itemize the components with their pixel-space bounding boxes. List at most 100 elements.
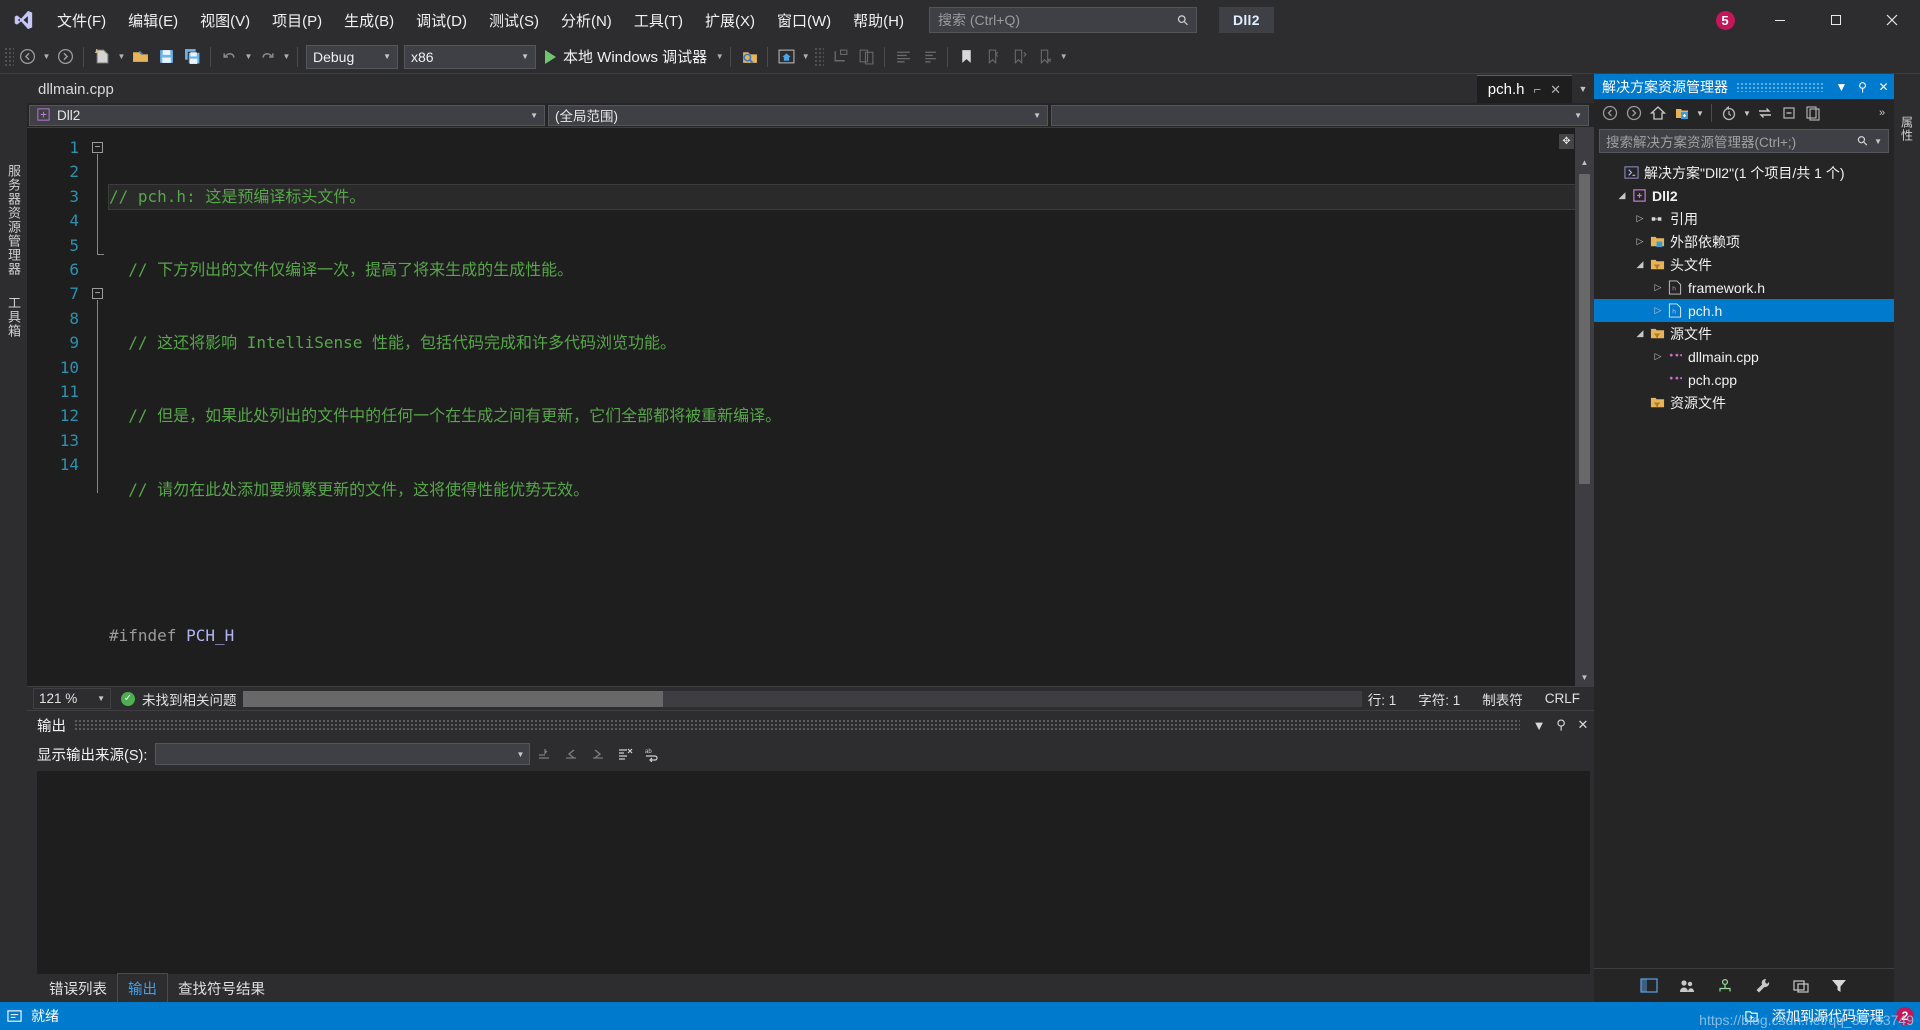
menu-extensions[interactable]: 扩展(X) bbox=[694, 0, 766, 40]
navigate-back-icon[interactable] bbox=[14, 44, 40, 70]
code-folding-column[interactable]: − − bbox=[87, 128, 109, 686]
tab-output[interactable]: 输出 bbox=[117, 973, 168, 1003]
tree-item-resource-files[interactable]: 资源文件 bbox=[1594, 391, 1894, 414]
fold-toggle-comment-block[interactable]: − bbox=[92, 142, 103, 153]
zoom-level-combo[interactable]: 121 % ▼ bbox=[33, 688, 111, 709]
tree-item-project-dll2[interactable]: ◢ Dll2 bbox=[1594, 184, 1894, 207]
solution-configuration-combo[interactable]: Debug ▼ bbox=[306, 44, 398, 69]
open-file-icon[interactable] bbox=[127, 44, 153, 70]
overflow-icon[interactable]: » bbox=[1870, 101, 1894, 125]
pin-icon[interactable]: ⌐ bbox=[1534, 82, 1542, 97]
editor-horizontal-scrollbar[interactable] bbox=[242, 690, 1362, 707]
quick-search-input[interactable]: 搜索 (Ctrl+Q) ⚲ bbox=[928, 7, 1197, 33]
tree-item-references[interactable]: ▷ 引用 bbox=[1594, 207, 1894, 230]
code-editor[interactable]: 1 2 3 4 5 6 7 8 9 10 11 12 13 14 − − // … bbox=[27, 128, 1594, 686]
new-item-icon[interactable] bbox=[89, 44, 115, 70]
navbar-scope-combo[interactable]: (全局范围) ▼ bbox=[548, 104, 1048, 126]
close-window-button[interactable] bbox=[1864, 0, 1920, 40]
jump-to-source-icon[interactable] bbox=[530, 741, 557, 767]
toolbar-overflow-icon[interactable]: ▼ bbox=[1058, 52, 1069, 61]
undo-icon[interactable] bbox=[216, 44, 242, 70]
tab-find-symbol-results[interactable]: 查找符号结果 bbox=[168, 974, 275, 1003]
solution-tree[interactable]: 解决方案"Dll2"(1 个项目/共 1 个) ◢ Dll2 ▷ 引用 ▷ 外部… bbox=[1594, 157, 1894, 968]
collapse-all-icon[interactable] bbox=[1777, 101, 1801, 125]
redo-dropdown-icon[interactable]: ▼ bbox=[281, 52, 292, 61]
menu-window[interactable]: 窗口(W) bbox=[766, 0, 842, 40]
close-icon[interactable]: ✕ bbox=[1550, 82, 1561, 98]
save-all-icon[interactable] bbox=[179, 44, 205, 70]
pending-changes-icon[interactable] bbox=[1717, 101, 1741, 125]
resource-view-icon[interactable] bbox=[1789, 974, 1813, 998]
start-debugging-button[interactable]: 本地 Windows 调试器 bbox=[539, 44, 713, 70]
clear-bookmarks-icon[interactable] bbox=[1031, 44, 1057, 70]
bookmark-icon[interactable] bbox=[953, 44, 979, 70]
close-icon[interactable]: ✕ bbox=[1572, 713, 1594, 737]
toolbar-grip-2[interactable] bbox=[814, 46, 825, 67]
next-bookmark-icon[interactable] bbox=[1005, 44, 1031, 70]
editor-tab-pch[interactable]: pch.h ⌐ ✕ bbox=[1476, 75, 1572, 103]
twisty-collapsed-icon[interactable]: ▷ bbox=[1650, 351, 1666, 362]
tree-item-source-files[interactable]: ◢ 源文件 bbox=[1594, 322, 1894, 345]
menu-test[interactable]: 测试(S) bbox=[478, 0, 550, 40]
back-dropdown-icon[interactable]: ▼ bbox=[41, 52, 52, 61]
left-tab-toolbox[interactable]: 工具箱 bbox=[0, 286, 27, 348]
twisty-collapsed-icon[interactable]: ▷ bbox=[1632, 236, 1648, 247]
close-icon[interactable]: ✕ bbox=[1873, 75, 1894, 99]
twisty-collapsed-icon[interactable]: ▷ bbox=[1650, 305, 1666, 316]
hscroll-thumb[interactable] bbox=[242, 690, 663, 707]
toolbar-grip[interactable] bbox=[4, 46, 14, 67]
menu-project[interactable]: 项目(P) bbox=[261, 0, 333, 40]
active-files-dropdown-icon[interactable]: ▼ bbox=[1572, 75, 1594, 103]
menu-debug[interactable]: 调试(D) bbox=[405, 0, 478, 40]
notifications-button[interactable]: 5 bbox=[1698, 0, 1752, 40]
tree-item-framework-h[interactable]: ▷ h framework.h bbox=[1594, 276, 1894, 299]
save-icon[interactable] bbox=[153, 44, 179, 70]
right-tab-properties[interactable]: 属性 bbox=[1895, 106, 1920, 1002]
scroll-down-icon[interactable]: ▼ bbox=[1575, 669, 1594, 686]
toggle-word-wrap-icon[interactable]: ab bbox=[638, 741, 665, 767]
menu-help[interactable]: 帮助(H) bbox=[842, 0, 915, 40]
tree-item-pch-cpp[interactable]: pch.cpp bbox=[1594, 368, 1894, 391]
solution-platform-combo[interactable]: x86 ▼ bbox=[404, 44, 536, 69]
issues-indicator[interactable]: ✓ 未找到相关问题 bbox=[121, 689, 237, 709]
code-text[interactable]: // pch.h: 这是预编译标头文件。 // 下方列出的文件仅编译一次，提高了… bbox=[108, 128, 1576, 686]
sync-with-active-doc-icon[interactable] bbox=[1670, 101, 1694, 125]
previous-message-icon[interactable] bbox=[557, 741, 584, 767]
undo-dropdown-icon[interactable]: ▼ bbox=[243, 52, 254, 61]
menu-build[interactable]: 生成(B) bbox=[333, 0, 405, 40]
tree-item-header-files[interactable]: ◢ 头文件 bbox=[1594, 253, 1894, 276]
scrollbar-split-handle[interactable]: ✥ bbox=[1559, 134, 1574, 149]
home-dropdown-icon[interactable]: ▼ bbox=[800, 52, 811, 61]
minimize-button[interactable] bbox=[1752, 0, 1808, 40]
clear-all-icon[interactable] bbox=[611, 741, 638, 767]
chevron-down-icon[interactable]: ▼ bbox=[1528, 713, 1550, 737]
tab-error-list[interactable]: 错误列表 bbox=[39, 974, 117, 1003]
twisty-expanded-icon[interactable]: ◢ bbox=[1614, 190, 1630, 201]
properties-wrench-icon[interactable] bbox=[1751, 974, 1775, 998]
find-in-files-icon[interactable] bbox=[736, 44, 762, 70]
menu-view[interactable]: 视图(V) bbox=[189, 0, 261, 40]
show-hierarchy-icon[interactable] bbox=[827, 44, 853, 70]
home-icon[interactable] bbox=[1646, 101, 1670, 125]
twisty-expanded-icon[interactable]: ◢ bbox=[1632, 328, 1648, 339]
forward-icon[interactable] bbox=[1622, 101, 1646, 125]
navigate-forward-icon[interactable] bbox=[52, 44, 78, 70]
editor-vertical-scrollbar[interactable]: ▲ ▼ bbox=[1575, 128, 1594, 686]
tree-item-external-dependencies[interactable]: ▷ 外部依赖项 bbox=[1594, 230, 1894, 253]
twisty-collapsed-icon[interactable]: ▷ bbox=[1650, 282, 1666, 293]
chevron-down-icon[interactable]: ▼ bbox=[1741, 101, 1753, 125]
chevron-down-icon[interactable]: ▼ bbox=[1874, 137, 1882, 146]
output-source-combo[interactable]: ▼ bbox=[155, 743, 531, 765]
status-notification-badge[interactable]: 2 bbox=[1896, 1007, 1914, 1025]
output-text-area[interactable] bbox=[37, 771, 1590, 974]
debug-target-dropdown-icon[interactable]: ▼ bbox=[714, 52, 725, 61]
source-control-icon[interactable] bbox=[1743, 1008, 1760, 1025]
source-control-label[interactable]: 添加到源代码管理 bbox=[1772, 1006, 1884, 1026]
copy-paste-icon[interactable] bbox=[853, 44, 879, 70]
tree-item-dllmain-cpp[interactable]: ▷ dllmain.cpp bbox=[1594, 345, 1894, 368]
uncomment-icon[interactable] bbox=[916, 44, 942, 70]
new-item-dropdown-icon[interactable]: ▼ bbox=[116, 52, 127, 61]
solution-explorer-icon[interactable] bbox=[1637, 974, 1661, 998]
redo-icon[interactable] bbox=[254, 44, 280, 70]
scroll-up-icon[interactable]: ▲ bbox=[1575, 154, 1594, 171]
